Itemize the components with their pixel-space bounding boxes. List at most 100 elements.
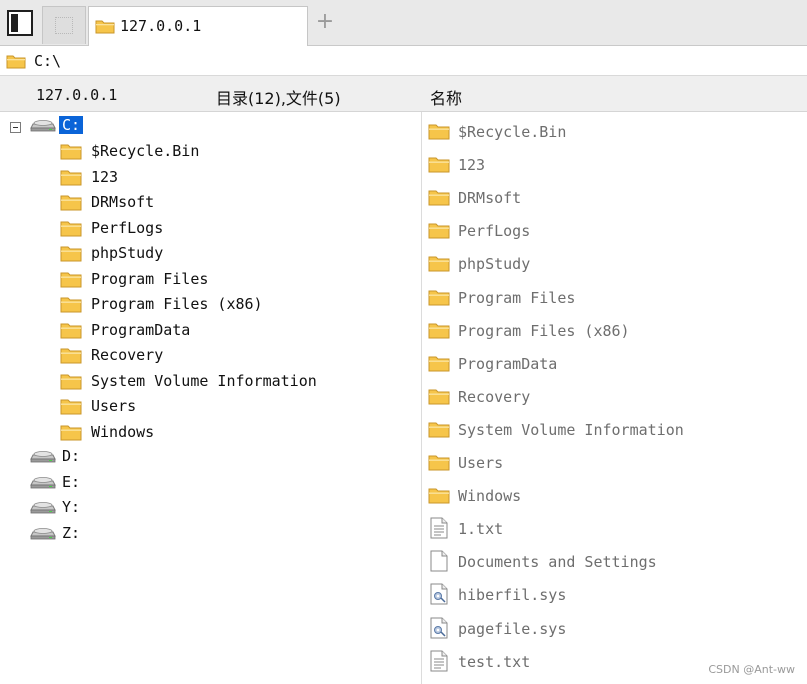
tree-item-label: DRMsoft	[91, 193, 155, 211]
drive-icon	[30, 118, 56, 136]
file-name: DRMsoft	[458, 189, 522, 208]
tree-item-label: System Volume Information	[91, 371, 317, 390]
folder-icon	[60, 219, 82, 237]
tree-item-folder[interactable]: Users	[0, 395, 421, 417]
file-row-folder[interactable]: PerfLogs	[422, 218, 807, 244]
text-file-icon	[430, 517, 448, 543]
item-count: 目录(12),文件(5)	[216, 89, 341, 108]
tree-item-drive-c[interactable]: C:	[0, 114, 421, 136]
tree-item-folder[interactable]: DRMsoft	[0, 191, 421, 213]
file-name: Documents and Settings	[458, 553, 657, 572]
file-name: phpStudy	[458, 255, 531, 274]
column-header-name[interactable]: 名称	[430, 85, 462, 109]
file-name: Recovery	[458, 387, 531, 406]
tree-item-label: Program Files (x86)	[91, 295, 263, 313]
file-name: 1.txt	[458, 520, 504, 539]
path-bar[interactable]: C:\	[0, 46, 807, 76]
tree-item-folder[interactable]: phpStudy	[0, 242, 421, 264]
folder-icon	[428, 354, 450, 372]
drive-icon	[30, 475, 56, 493]
directory-tree: C: $Recycle.Bin 123 DRMsoft PerfLogs phpStudy…	[0, 112, 421, 684]
file-name: PerfLogs	[458, 222, 531, 241]
folder-icon	[60, 321, 82, 339]
file-row-file[interactable]: pagefile.sys	[422, 616, 807, 642]
tree-item-label: Y:	[62, 498, 81, 516]
folder-icon	[60, 372, 82, 390]
tab-active[interactable]: 127.0.0.1	[88, 6, 308, 46]
system-file-icon	[430, 617, 448, 643]
folder-icon	[428, 254, 450, 272]
host-label: 127.0.0.1	[36, 86, 118, 104]
file-row-folder[interactable]: Windows	[422, 483, 807, 509]
tree-item-label: Windows	[91, 422, 155, 441]
tree-item-folder[interactable]: ProgramData	[0, 319, 421, 341]
folder-icon	[428, 486, 450, 504]
folder-icon	[428, 387, 450, 405]
file-name: Program Files (x86)	[458, 321, 630, 340]
folder-icon	[6, 53, 26, 69]
folder-icon	[60, 423, 82, 441]
tree-item-folder[interactable]: Program Files (x86)	[0, 293, 421, 315]
file-name: System Volume Information	[458, 420, 684, 439]
file-row-folder[interactable]: Recovery	[422, 384, 807, 410]
tab-blank[interactable]	[42, 6, 86, 44]
folder-icon	[60, 397, 82, 415]
folder-icon	[428, 453, 450, 471]
add-tab-button[interactable]: +	[315, 11, 335, 33]
tree-item-folder[interactable]: System Volume Information	[0, 370, 421, 392]
file-row-folder[interactable]: Program Files	[422, 285, 807, 311]
file-row-folder[interactable]: DRMsoft	[422, 185, 807, 211]
tree-item-drive[interactable]: Z:	[0, 522, 421, 544]
tree-item-label: phpStudy	[91, 244, 164, 262]
tree-item-folder[interactable]: Program Files	[0, 268, 421, 290]
file-name: Windows	[458, 487, 522, 506]
tree-item-label: ProgramData	[91, 320, 191, 339]
tab-bar: 127.0.0.1 +	[0, 0, 807, 46]
file-row-folder[interactable]: ProgramData	[422, 351, 807, 377]
file-name: test.txt	[458, 652, 531, 671]
folder-icon	[428, 155, 450, 173]
drive-icon	[30, 500, 56, 518]
folder-icon	[60, 270, 82, 288]
tree-item-label: D:	[62, 447, 81, 465]
file-name: $Recycle.Bin	[458, 123, 567, 141]
list-header: 127.0.0.1 目录(12),文件(5) 名称	[0, 76, 807, 112]
tree-item-folder[interactable]: Recovery	[0, 344, 421, 366]
folder-icon	[428, 288, 450, 306]
tree-item-label: Users	[91, 397, 137, 415]
collapse-icon[interactable]	[10, 122, 21, 133]
drive-icon	[30, 526, 56, 544]
tree-item-drive[interactable]: Y:	[0, 496, 421, 518]
tree-item-folder[interactable]: $Recycle.Bin	[0, 140, 421, 162]
blank-tab-icon	[55, 17, 73, 34]
file-row-file[interactable]: 1.txt	[422, 516, 807, 542]
file-row-folder[interactable]: $Recycle.Bin	[422, 119, 807, 145]
watermark: CSDN @Ant-ww	[708, 663, 795, 676]
file-row-file[interactable]: Documents and Settings	[422, 549, 807, 575]
file-row-folder[interactable]: System Volume Information	[422, 417, 807, 443]
folder-icon	[428, 122, 450, 140]
text-file-icon	[430, 650, 448, 676]
folder-icon	[60, 168, 82, 186]
tree-item-label: Z:	[62, 523, 81, 542]
file-row-folder[interactable]: Users	[422, 450, 807, 476]
tree-item-folder[interactable]: 123	[0, 166, 421, 188]
blank-file-icon	[430, 550, 448, 576]
tree-item-folder[interactable]: Windows	[0, 421, 421, 443]
path-input[interactable]: C:\	[34, 52, 61, 70]
folder-icon	[60, 295, 82, 313]
file-row-folder[interactable]: phpStudy	[422, 251, 807, 277]
tree-item-folder[interactable]: PerfLogs	[0, 217, 421, 239]
tree-item-drive[interactable]: D:	[0, 445, 421, 467]
file-row-file[interactable]: hiberfil.sys	[422, 582, 807, 608]
file-row-folder[interactable]: 123	[422, 152, 807, 178]
tree-item-drive[interactable]: E:	[0, 471, 421, 493]
tree-item-label: 123	[91, 167, 119, 186]
tree-item-label: C:	[59, 116, 84, 134]
tree-item-label: $Recycle.Bin	[91, 142, 200, 160]
folder-icon	[428, 188, 450, 206]
file-list: $Recycle.Bin 123 DRMsoft PerfLogs phpStudy Pr…	[422, 112, 807, 684]
file-row-folder[interactable]: Program Files (x86)	[422, 318, 807, 344]
toggle-panel-icon[interactable]	[7, 10, 33, 36]
file-name: pagefile.sys	[458, 619, 567, 638]
